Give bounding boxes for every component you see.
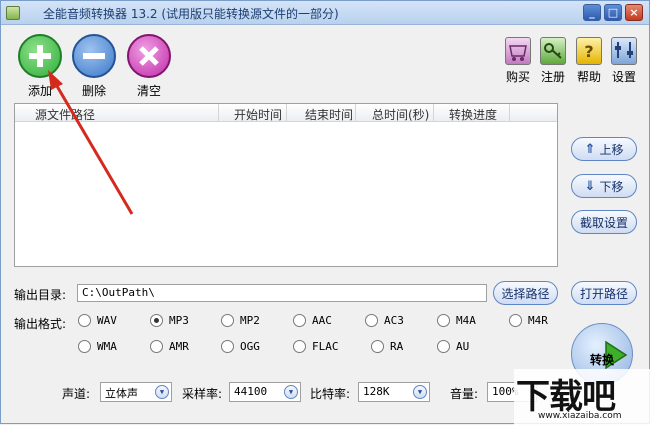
register-label: 注册 [540, 70, 565, 84]
volume-label: 音量: [450, 387, 479, 401]
column-header[interactable]: 结束时间 [305, 106, 353, 123]
output-format-label: 输出格式: [14, 317, 67, 331]
delete-button[interactable] [72, 34, 116, 78]
column-header[interactable]: 源文件路径 [35, 106, 95, 123]
column-header[interactable]: 总时间(秒) [372, 106, 429, 123]
format-radio-flac[interactable]: FLAC [293, 340, 339, 353]
bitrate-value: 128K [363, 385, 390, 398]
column-separator[interactable] [286, 104, 287, 122]
format-radio-au[interactable]: AU [437, 340, 469, 353]
buy-label: 购买 [505, 70, 530, 84]
move-up-button[interactable]: ⇑ 上移 [571, 137, 637, 161]
delete-label: 删除 [81, 84, 106, 98]
help-label: 帮助 [576, 70, 601, 84]
output-dir-label: 输出目录: [14, 288, 67, 302]
samplerate-select[interactable]: 44100 ▼ [229, 382, 301, 402]
file-list[interactable]: 源文件路径 开始时间 结束时间 总时间(秒) 转换进度 [14, 103, 558, 267]
settings-button[interactable] [611, 37, 637, 65]
column-separator[interactable] [218, 104, 219, 122]
question-icon: ? [584, 42, 593, 61]
open-path-button[interactable]: 打开路径 [571, 281, 637, 305]
format-radio-ac3[interactable]: AC3 [365, 314, 404, 327]
help-button[interactable]: ? [576, 37, 602, 65]
channel-label: 声道: [62, 387, 91, 401]
format-radio-ra[interactable]: RA [371, 340, 403, 353]
window-title: 全能音频转换器 13.2 (试用版只能转换源文件的一部分) [43, 7, 339, 21]
cut-settings-button[interactable]: 截取设置 [571, 210, 637, 234]
app-icon [6, 6, 20, 20]
file-list-header: 源文件路径 开始时间 结束时间 总时间(秒) 转换进度 [15, 104, 557, 122]
watermark: 下载吧 www.xiazaiba.com [514, 369, 650, 425]
channel-value: 立体声 [105, 387, 138, 400]
close-button[interactable]: × [625, 4, 643, 21]
app-window: 全能音频转换器 13.2 (试用版只能转换源文件的一部分) _ □ × 添加 删… [0, 0, 650, 425]
format-radio-wma[interactable]: WMA [78, 340, 117, 353]
plus-icon [29, 45, 51, 67]
clear-button[interactable] [127, 34, 171, 78]
channel-select[interactable]: 立体声 ▼ [100, 382, 172, 402]
key-icon [544, 43, 562, 59]
format-radio-m4a[interactable]: M4A [437, 314, 476, 327]
chevron-down-icon[interactable]: ▼ [284, 385, 298, 399]
svg-text:?: ? [584, 42, 593, 61]
samplerate-value: 44100 [234, 385, 268, 398]
format-radio-m4r[interactable]: M4R [509, 314, 548, 327]
move-down-label: 下移 [599, 179, 624, 194]
double-up-icon: ⇑ [584, 141, 596, 157]
double-down-icon: ⇓ [584, 178, 596, 194]
format-radio-wav[interactable]: WAV [78, 314, 117, 327]
column-separator[interactable] [433, 104, 434, 122]
column-header[interactable]: 转换进度 [449, 106, 497, 123]
add-label: 添加 [27, 84, 52, 98]
bitrate-select[interactable]: 128K ▼ [358, 382, 430, 402]
samplerate-label: 采样率: [182, 387, 223, 401]
chevron-down-icon[interactable]: ▼ [413, 385, 427, 399]
format-radio-amr[interactable]: AMR [150, 340, 189, 353]
watermark-url: www.xiazaiba.com [538, 411, 622, 421]
title-bar[interactable]: 全能音频转换器 13.2 (试用版只能转换源文件的一部分) _ □ × [1, 1, 649, 25]
output-dir-input[interactable]: C:\OutPath\ [77, 284, 487, 302]
format-radio-ogg[interactable]: OGG [221, 340, 260, 353]
move-down-button[interactable]: ⇓ 下移 [571, 174, 637, 198]
format-radio-mp3[interactable]: MP3 [150, 314, 189, 327]
tools-icon [615, 42, 633, 58]
clear-label: 清空 [136, 84, 161, 98]
format-radio-aac[interactable]: AAC [293, 314, 332, 327]
move-up-label: 上移 [599, 142, 624, 157]
chevron-down-icon[interactable]: ▼ [155, 385, 169, 399]
minimize-button[interactable]: _ [583, 4, 601, 21]
column-separator[interactable] [509, 104, 510, 122]
settings-label: 设置 [611, 70, 636, 84]
convert-label: 转换 [590, 353, 615, 367]
add-button[interactable] [18, 34, 62, 78]
format-radio-mp2[interactable]: MP2 [221, 314, 260, 327]
x-icon [139, 46, 159, 66]
buy-button[interactable] [505, 37, 531, 65]
cart-icon [509, 45, 527, 61]
bitrate-label: 比特率: [310, 387, 351, 401]
column-separator[interactable] [355, 104, 356, 122]
minus-icon [83, 53, 105, 59]
register-button[interactable] [540, 37, 566, 65]
choose-path-button[interactable]: 选择路径 [493, 281, 558, 305]
maximize-button[interactable]: □ [604, 4, 622, 21]
column-header[interactable]: 开始时间 [234, 106, 282, 123]
